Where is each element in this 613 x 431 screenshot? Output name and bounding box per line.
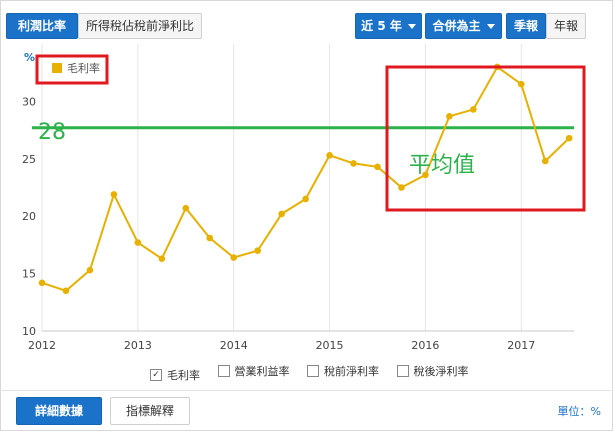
- data-point: [206, 234, 214, 242]
- data-point: [158, 255, 166, 262]
- series-checkboxes: ✓ 毛利率 營業利益率 稅前淨利率 稅後淨利率: [150, 363, 483, 383]
- data-point: [470, 106, 477, 113]
- unit-label: 單位：%: [557, 405, 601, 418]
- checkbox-label: 稅後淨利率: [413, 365, 469, 378]
- y-tick-label: 20: [22, 210, 36, 223]
- data-point: [374, 163, 381, 171]
- checkbox-net-margin[interactable]: 稅後淨利率: [396, 363, 469, 379]
- data-point: [278, 210, 285, 218]
- line-chart: % 2012 2013 2014 2015 2016 2017 10 15 20 25 30 毛利率…: [22, 44, 586, 352]
- data-point: [38, 279, 46, 287]
- grid: [41, 44, 522, 331]
- checkbox-empty-icon: [217, 365, 230, 377]
- y-tick-label: 15: [22, 268, 36, 281]
- detail-data-button[interactable]: 詳細數據: [16, 397, 102, 425]
- checkbox-label: 營業利益率: [234, 365, 290, 378]
- x-tick-label: 2013: [124, 339, 152, 352]
- checkbox-empty-icon: [396, 365, 409, 377]
- y-tick-label: 10: [22, 325, 36, 338]
- data-point: [517, 80, 525, 88]
- legend-label: 毛利率: [67, 61, 100, 75]
- x-tick-label: 2015: [316, 339, 344, 352]
- y-tick-label: 25: [22, 153, 36, 166]
- legend-swatch: [52, 63, 62, 73]
- series-line: [41, 65, 570, 292]
- data-point: [350, 160, 357, 167]
- data-point: [446, 113, 453, 120]
- checkbox-gross-margin[interactable]: ✓ 毛利率: [150, 367, 200, 383]
- checkbox-empty-icon: [307, 365, 319, 377]
- data-point: [134, 239, 142, 246]
- data-point: [86, 266, 94, 274]
- data-point: [182, 204, 190, 212]
- data-point: [62, 287, 70, 295]
- series-group: [38, 63, 573, 295]
- checkbox-pretax-margin[interactable]: 稅前淨利率: [307, 363, 379, 379]
- data-point: [565, 134, 573, 142]
- data-point: [541, 157, 549, 165]
- data-point: [254, 247, 261, 254]
- checkbox-checked-icon: ✓: [150, 369, 162, 381]
- checkbox-label: 毛利率: [167, 369, 200, 382]
- x-tick-label: 2017: [507, 339, 535, 352]
- x-tick-label: 2012: [28, 339, 56, 352]
- legend[interactable]: 毛利率: [52, 61, 100, 75]
- checkbox-operating-margin[interactable]: 營業利益率: [217, 363, 290, 379]
- x-tick-label: 2016: [411, 339, 439, 352]
- checkbox-label: 稅前淨利率: [324, 365, 379, 378]
- data-point: [230, 254, 238, 261]
- y-axis-unit: %: [24, 51, 35, 64]
- average-value-label: 28: [38, 120, 66, 145]
- data-point: [110, 191, 118, 198]
- indicator-explain-button[interactable]: 指標解釋: [110, 397, 190, 425]
- average-text-label: 平均值: [409, 153, 475, 178]
- data-point: [302, 195, 309, 203]
- footer-divider: [0, 390, 611, 391]
- data-point: [326, 152, 333, 159]
- y-tick-label: 30: [22, 95, 36, 108]
- axes: % 2012 2013 2014 2015 2016 2017 10 15 20 25 30: [22, 51, 574, 352]
- x-tick-label: 2014: [220, 339, 248, 352]
- data-point: [398, 184, 405, 191]
